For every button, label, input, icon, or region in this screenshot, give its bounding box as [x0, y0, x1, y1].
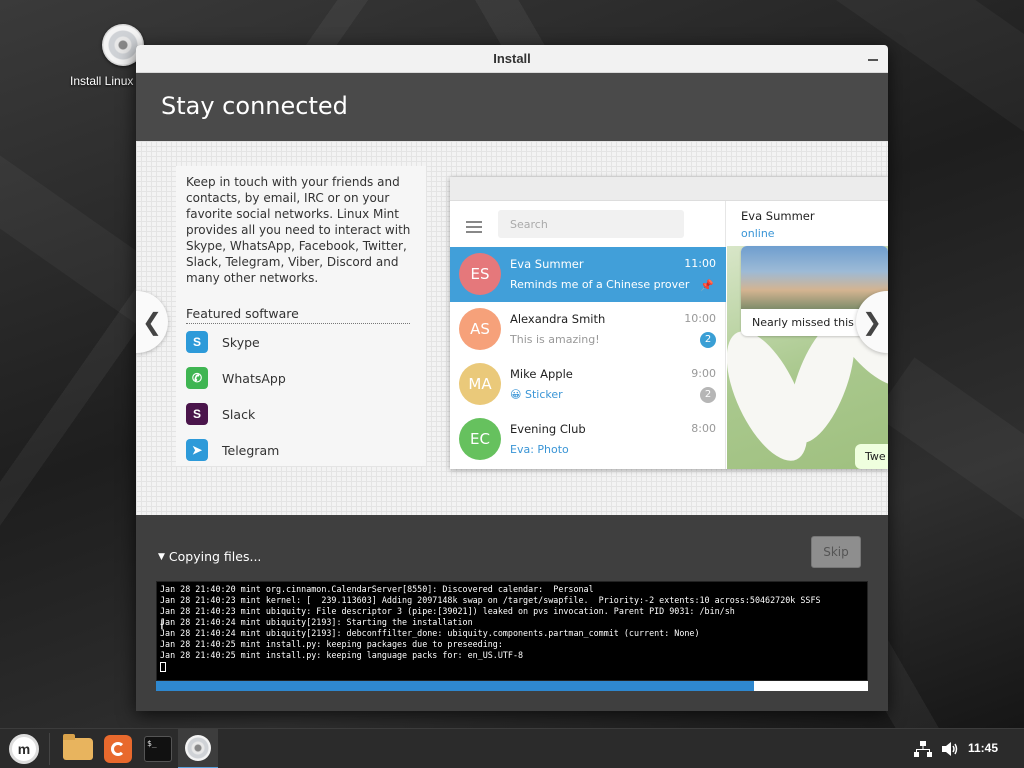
chat-list-item: EC Evening Club 8:00 Eva: Photo [450, 412, 726, 467]
disc-icon [185, 735, 211, 761]
page-title: Stay connected [161, 92, 348, 120]
slack-icon: S [186, 403, 208, 425]
log-line: Jan 28 21:40:24 mint ubiquity[2193]: Sta… [160, 617, 473, 627]
chat-list-item: AS Alexandra Smith 10:00 This is amazing! 2 [450, 302, 726, 357]
screenshot-topbar [450, 177, 888, 201]
installer-task-button[interactable] [178, 729, 218, 768]
clock[interactable]: 11:45 [968, 741, 998, 755]
menu-button[interactable]: m [4, 729, 44, 768]
message-text: Nearly missed this s [752, 316, 864, 329]
taskbar-separator [49, 733, 50, 765]
chat-wallpaper: Nearly missed this s Twe [727, 246, 888, 469]
install-progress-bar [156, 681, 868, 691]
software-item: S Slack [186, 402, 255, 426]
network-icon[interactable] [914, 729, 932, 768]
software-item: S Skype [186, 330, 260, 354]
featured-software-heading: Featured software [186, 306, 410, 324]
chat-time: 11:00 [684, 257, 716, 270]
contact-name: Eva Summer [741, 209, 815, 223]
log-line: Jan 28 21:40:23 mint ubiquity: File desc… [160, 606, 735, 616]
window-titlebar[interactable]: Install [136, 45, 888, 73]
log-line: Jan 28 21:40:24 mint ubiquity[2193]: deb… [160, 628, 700, 638]
folder-icon [63, 734, 93, 760]
chat-time: 8:00 [691, 422, 716, 435]
firefox-launcher[interactable] [98, 729, 138, 768]
volume-icon[interactable] [942, 729, 960, 768]
unread-badge: 2 [700, 332, 716, 348]
chat-preview: 😀 Sticker [510, 388, 563, 401]
files-launcher[interactable] [58, 729, 98, 768]
avatar: EC [459, 418, 501, 460]
chat-preview: This is amazing! [510, 333, 600, 346]
whatsapp-icon: ✆ [186, 367, 208, 389]
telegram-screenshot: Search ES Eva Summer 11:00 Reminds me of a … [450, 177, 888, 469]
firefox-icon [104, 735, 132, 763]
install-log[interactable]: Jan 28 21:40:20 mint org.cinnamon.Calend… [156, 581, 868, 681]
avatar: MA [459, 363, 501, 405]
log-line: Jan 28 21:40:23 mint kernel: [ 239.11360… [160, 595, 821, 605]
chat-time: 9:00 [691, 367, 716, 380]
expander-arrow-icon: ▼ [158, 551, 165, 562]
terminal-icon: $_ [144, 736, 172, 762]
skip-button[interactable]: Skip [811, 536, 861, 568]
taskbar: m $_ 11:45 [0, 728, 1024, 768]
chat-list-item: MA Mike Apple 9:00 😀 Sticker 2 [450, 357, 726, 412]
chat-name: Alexandra Smith [510, 312, 606, 326]
window-title: Install [493, 51, 531, 66]
chat-list-item: ES Eva Summer 11:00 Reminds me of a Chinese… [450, 247, 726, 302]
installer-window: Install Stay connected Keep in touch wit… [136, 45, 888, 711]
software-item: ➤ Telegram [186, 438, 279, 462]
chat-name: Eva Summer [510, 257, 584, 271]
chat-name: Mike Apple [510, 367, 573, 381]
ibeam-cursor-icon: Ⅰ [160, 618, 164, 633]
software-name: Telegram [222, 442, 280, 458]
avatar: AS [459, 308, 501, 350]
minimize-button[interactable] [868, 59, 878, 61]
chat-time: 10:00 [684, 312, 716, 325]
slide-description: Keep in touch with your friends and cont… [186, 175, 411, 285]
telegram-chat-list: Search ES Eva Summer 11:00 Reminds me of a … [450, 201, 726, 469]
text-cursor [160, 661, 166, 672]
telegram-search: Search [498, 210, 684, 238]
progress-section: ▼ Copying files... Skip Jan 28 21:40:20 … [136, 515, 888, 711]
previous-slide-button[interactable]: ❮ [136, 291, 168, 353]
conversation-header: Eva Summer online [727, 201, 888, 246]
log-line: Jan 28 21:40:20 mint org.cinnamon.Calend… [160, 584, 594, 594]
slide-text-panel: Keep in touch with your friends and cont… [176, 166, 426, 466]
terminal-launcher[interactable]: $_ [138, 729, 178, 768]
software-name: Slack [222, 406, 256, 422]
chat-preview: Reminds me of a Chinese prover… [510, 278, 690, 291]
progress-fill [156, 681, 755, 691]
page-header: Stay connected [136, 73, 888, 141]
progress-status: Copying files... [168, 549, 262, 564]
log-line: Jan 28 21:40:25 mint install.py: keeping… [160, 639, 503, 649]
linux-mint-logo-icon: m [9, 734, 39, 764]
software-name: WhatsApp [222, 370, 286, 386]
contact-status: online [741, 227, 775, 240]
chat-name: Evening Club [510, 422, 586, 436]
chevron-right-icon: ❯ [861, 308, 883, 336]
chevron-left-icon: ❮ [141, 308, 163, 336]
skype-icon: S [186, 331, 208, 353]
log-line: Jan 28 21:40:25 mint install.py: keeping… [160, 650, 524, 660]
pin-icon: 📌 [700, 279, 714, 292]
software-name: Skype [222, 334, 260, 350]
menu-icon [466, 221, 482, 236]
software-item: ✆ WhatsApp [186, 366, 286, 390]
details-expander[interactable]: ▼ Copying files... [158, 549, 261, 564]
telegram-icon: ➤ [186, 439, 208, 461]
chat-preview: Eva: Photo [510, 443, 569, 456]
avatar: ES [459, 253, 501, 295]
unread-badge: 2 [700, 387, 716, 403]
slideshow: Keep in touch with your friends and cont… [136, 141, 888, 515]
small-message: Twe [855, 444, 888, 469]
